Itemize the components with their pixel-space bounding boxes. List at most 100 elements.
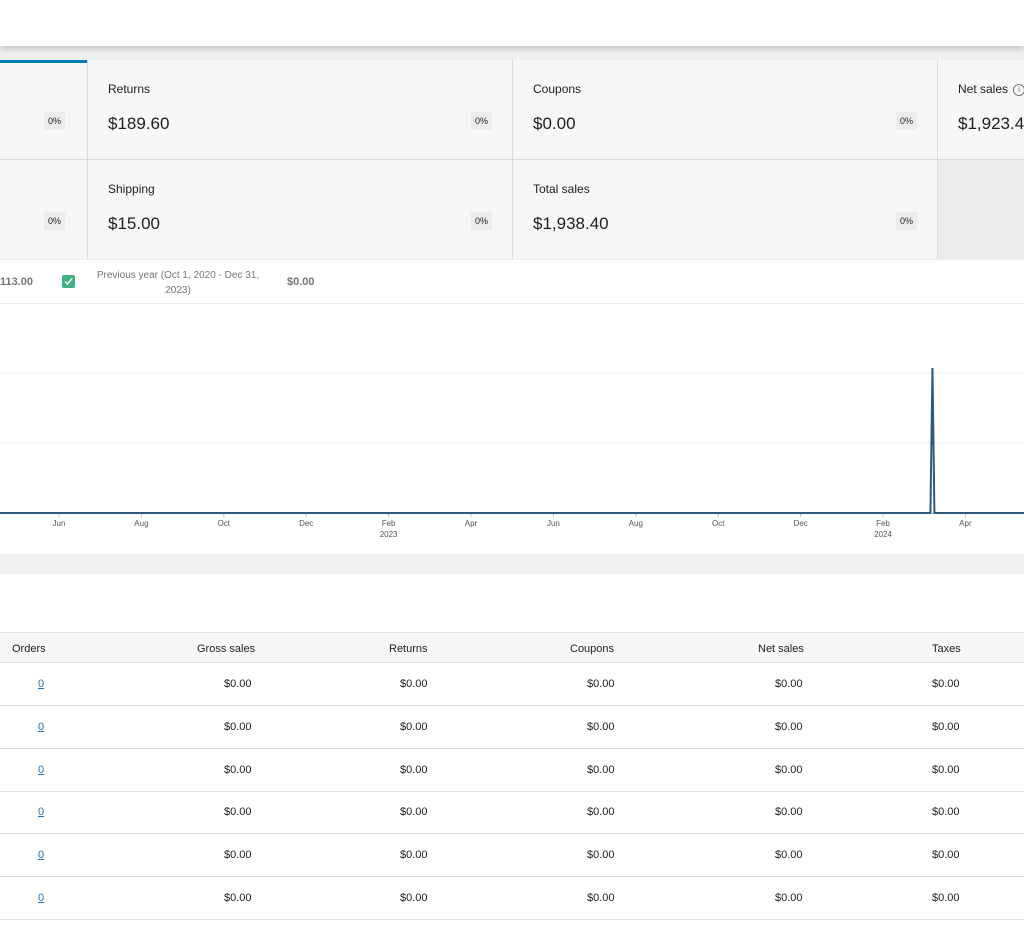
delta-badge: 0%	[470, 112, 492, 130]
cell-orders-link[interactable]: 0	[38, 678, 44, 690]
x-tick-label: Aug	[134, 519, 148, 528]
x-tick-label: Apr	[465, 519, 478, 528]
cell-coupons: $0.00	[587, 763, 615, 776]
table-row: 0 $0.00 $0.00 $0.00 $0.00 $0.00	[0, 791, 1024, 835]
cell-gross-sales: $0.00	[224, 678, 252, 690]
chart-svg: Jun Aug Oct Dec Feb 2023 Apr Jun Aug Oct Dec Feb 202…	[0, 367, 1024, 539]
checkbox-checked-icon[interactable]	[62, 275, 75, 288]
summary-cell-gross-sales[interactable]: 0%	[0, 60, 88, 159]
delta-badge: 0%	[43, 112, 65, 130]
summary-value: $1,923.40	[958, 114, 1024, 133]
cell-taxes: $0.00	[932, 720, 960, 733]
column-header-taxes[interactable]: Taxes	[932, 643, 961, 655]
cell-orders-link[interactable]: 0	[38, 764, 44, 776]
table-row: 0 $0.00 $0.00 $0.00 $0.00 $0.00	[0, 663, 1024, 706]
top-header-bar	[0, 0, 1024, 46]
cell-returns: $0.00	[400, 892, 428, 904]
cell-returns: $0.00	[400, 763, 428, 776]
x-tick-label: Aug	[629, 519, 643, 528]
cell-returns: $0.00	[400, 720, 428, 733]
cell-net-sales: $0.00	[775, 892, 803, 904]
summary-cell-coupons[interactable]: Coupons $0.00 0%	[513, 60, 938, 159]
summary-cell-shipping[interactable]: Shipping $15.00 0%	[88, 160, 513, 259]
summary-row-2: 0% Shipping $15.00 0% Total sales $1,938…	[0, 160, 1024, 259]
cell-net-sales: $0.00	[775, 720, 803, 733]
column-header-net-sales[interactable]: Net sales	[758, 643, 804, 655]
cell-orders-link[interactable]: 0	[38, 721, 44, 733]
column-header-gross-sales[interactable]: Gross sales	[197, 643, 255, 655]
cell-returns: $0.00	[400, 678, 428, 690]
delta-badge: 0%	[43, 212, 65, 230]
x-tick-label: Oct	[218, 519, 231, 528]
x-tick-label: Dec	[299, 519, 313, 528]
summary-performance-grid: 0% Returns $189.60 0% Coupons $0.00 0% N…	[0, 60, 1024, 259]
summary-cell-empty	[938, 160, 1024, 259]
cell-gross-sales: $0.00	[224, 892, 252, 904]
cell-coupons: $0.00	[587, 806, 615, 819]
cell-coupons: $0.00	[587, 678, 615, 690]
x-tick-label: Feb	[382, 519, 396, 528]
table-row: 0 $0.00 $0.00 $0.00 $0.00 $0.00	[0, 749, 1024, 792]
summary-cell-returns[interactable]: Returns $189.60 0%	[88, 60, 513, 159]
cell-taxes: $0.00	[932, 849, 960, 862]
legend-previous-label: Previous year (Oct 1, 2020 - Dec 31, 202…	[96, 270, 260, 296]
summary-label: Net sales i	[958, 82, 1024, 96]
summary-value: $0.00	[533, 114, 576, 133]
summary-row-1: 0% Returns $189.60 0% Coupons $0.00 0% N…	[0, 60, 1024, 160]
summary-label: Total sales	[533, 182, 590, 196]
cell-net-sales: $0.00	[775, 849, 803, 862]
table-row: 0 $0.00 $0.00 $0.00 $0.00 $0.00	[0, 706, 1024, 749]
summary-cell-net-sales[interactable]: Net sales i $1,923.40	[938, 60, 1024, 159]
delta-badge: 0%	[895, 212, 917, 230]
x-tick-label: Dec	[793, 519, 807, 528]
column-header-returns[interactable]: Returns	[389, 643, 428, 655]
cell-net-sales: $0.00	[775, 678, 803, 690]
cell-coupons: $0.00	[587, 892, 615, 904]
chart-legend: 113.00 Previous year (Oct 1, 2020 - Dec …	[0, 260, 1024, 304]
summary-value: $1,938.40	[533, 214, 609, 233]
selected-indicator	[0, 60, 87, 63]
cell-gross-sales: $0.00	[224, 720, 252, 733]
x-tick-label: Oct	[712, 519, 725, 528]
x-tick-label: Feb	[876, 519, 890, 528]
cell-gross-sales: $0.00	[224, 849, 252, 862]
info-icon[interactable]: i	[1013, 84, 1024, 96]
summary-cell-taxes[interactable]: 0%	[0, 160, 88, 259]
summary-label: Shipping	[108, 182, 155, 196]
table-header-row: Orders Gross sales Returns Coupons Net s…	[0, 632, 1024, 663]
cell-returns: $0.00	[400, 806, 428, 819]
x-tick-year-label: 2023	[380, 530, 398, 539]
legend-current-value: 113.00	[0, 276, 34, 288]
sales-chart: Jun Aug Oct Dec Feb 2023 Apr Jun Aug Oct Dec Feb 202…	[0, 304, 1024, 554]
delta-badge: 0%	[895, 112, 917, 130]
x-tick-year-label: 2024	[874, 530, 892, 539]
cell-gross-sales: $0.00	[224, 806, 252, 819]
summary-label: Coupons	[533, 82, 582, 96]
legend-previous-value: $0.00	[287, 276, 315, 288]
summary-value: $189.60	[108, 114, 170, 133]
cell-net-sales: $0.00	[775, 806, 803, 819]
series-line	[0, 367, 1024, 514]
cell-taxes: $0.00	[932, 678, 960, 690]
x-tick-label: Apr	[959, 519, 972, 528]
summary-label: Returns	[108, 82, 151, 96]
summary-value: $15.00	[108, 214, 160, 233]
cell-taxes: $0.00	[932, 892, 960, 904]
table-row: 0 $0.00 $0.00 $0.00 $0.00 $0.00	[0, 877, 1024, 920]
cell-taxes: $0.00	[932, 763, 960, 776]
x-tick-label: Jun	[547, 519, 560, 528]
column-header-coupons[interactable]: Coupons	[570, 643, 614, 655]
table-row: 0 $0.00 $0.00 $0.00 $0.00 $0.00	[0, 834, 1024, 878]
cell-coupons: $0.00	[587, 720, 615, 733]
cell-net-sales: $0.00	[775, 763, 803, 776]
cell-orders-link[interactable]: 0	[38, 806, 44, 818]
orders-table: Orders Gross sales Returns Coupons Net s…	[0, 574, 1024, 932]
section-gap	[0, 554, 1024, 574]
cell-orders-link[interactable]: 0	[38, 892, 44, 904]
cell-returns: $0.00	[400, 849, 428, 862]
cell-orders-link[interactable]: 0	[38, 849, 44, 861]
summary-cell-total-sales[interactable]: Total sales $1,938.40 0%	[513, 160, 938, 259]
cell-taxes: $0.00	[932, 806, 960, 819]
delta-badge: 0%	[470, 212, 492, 230]
column-header-orders[interactable]: Orders	[12, 643, 46, 655]
